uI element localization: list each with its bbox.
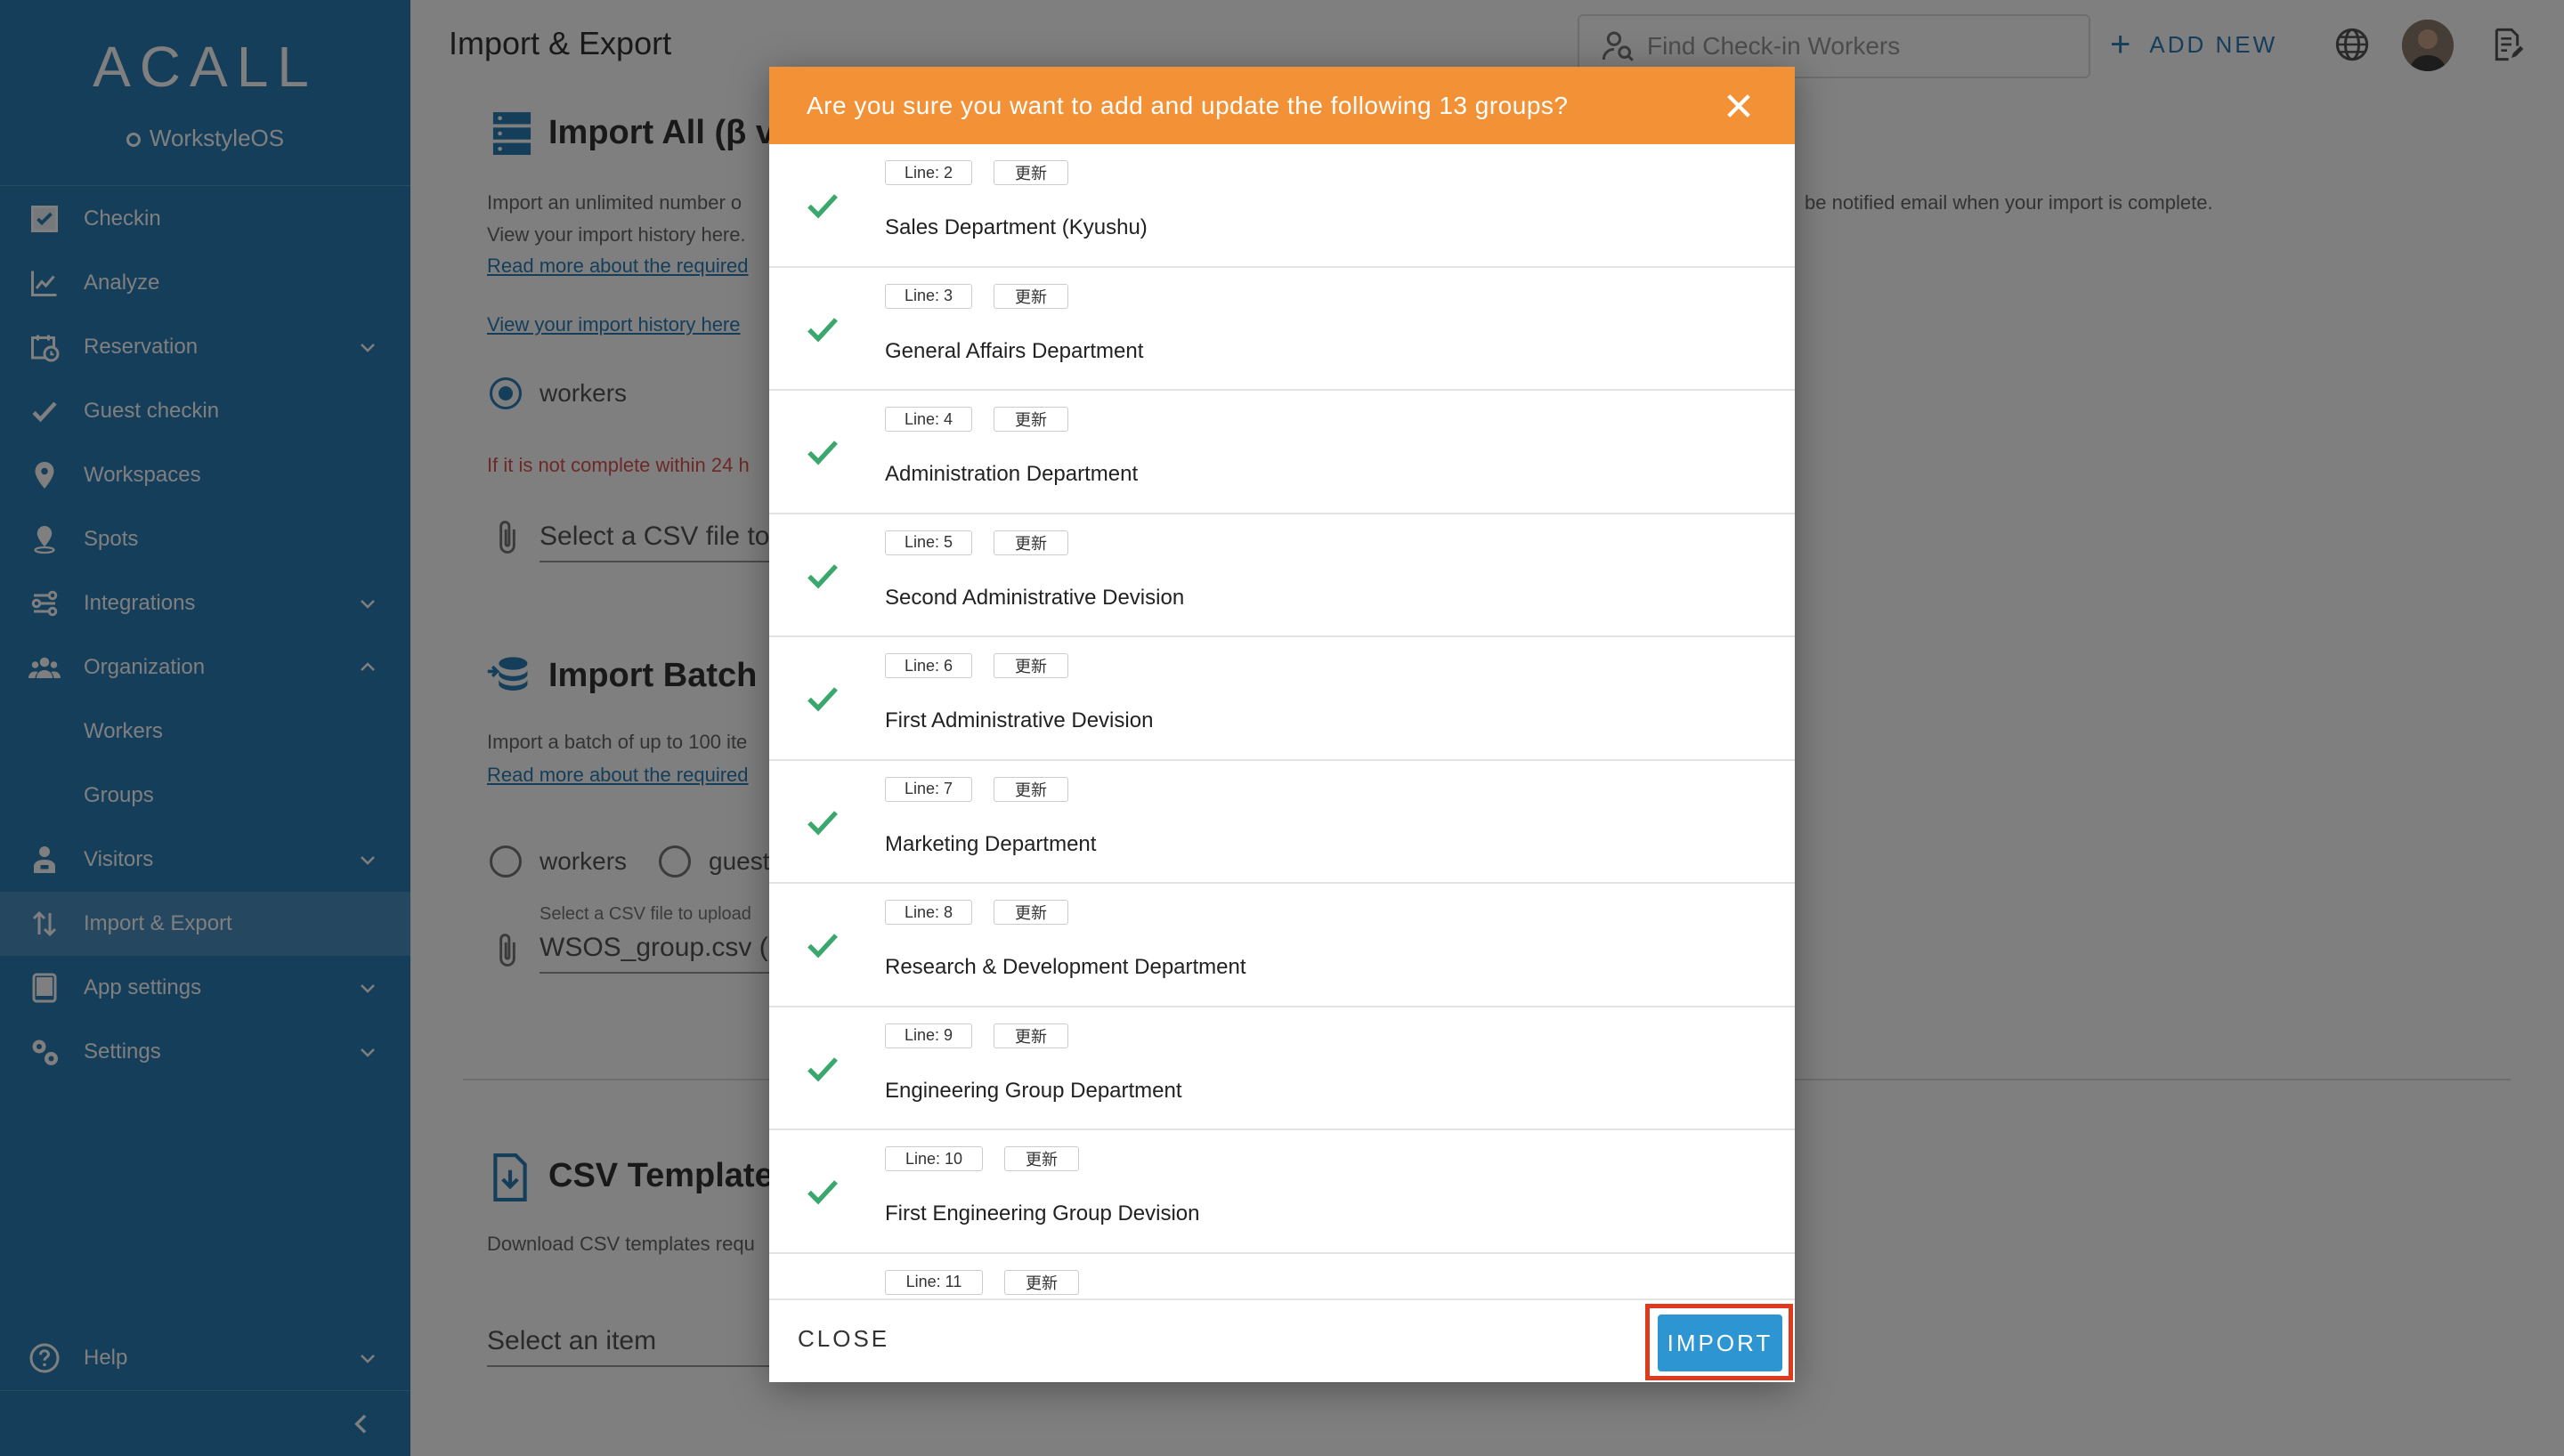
line-badge: Line: 8 [885, 900, 972, 925]
import-button[interactable]: IMPORT [1658, 1314, 1782, 1371]
update-badge: 更新 [994, 160, 1068, 185]
group-name: Research & Development Department [885, 955, 1246, 979]
close-icon[interactable] [1724, 91, 1754, 121]
dialog-header: Are you sure you want to add and update … [769, 67, 1795, 144]
group-name: Second Administrative Devision [885, 585, 1185, 610]
line-badge: Line: 5 [885, 530, 972, 555]
group-name: General Affairs Department [885, 338, 1144, 363]
group-name: Administration Department [885, 462, 1139, 486]
check-icon [805, 804, 840, 839]
group-name: Sales Department (Kyushu) [885, 215, 1148, 239]
group-name: First Administrative Devision [885, 708, 1154, 732]
line-badge: Line: 3 [885, 283, 972, 309]
check-icon [805, 311, 840, 346]
update-badge: 更新 [1004, 1269, 1079, 1295]
line-badge: Line: 7 [885, 776, 972, 802]
list-item: Line: 7 更新 Marketing Department [769, 761, 1795, 884]
update-badge: 更新 [994, 407, 1068, 432]
list-item: Line: 9 更新 Engineering Group Department [769, 1007, 1795, 1130]
update-badge: 更新 [994, 900, 1068, 925]
line-badge: Line: 10 [885, 1146, 983, 1171]
list-item: Line: 11 更新 [769, 1254, 1795, 1299]
dialog-footer: CLOSE IMPORT [769, 1298, 1795, 1382]
update-badge: 更新 [994, 1023, 1068, 1048]
list-item: Line: 6 更新 First Administrative Devision [769, 637, 1795, 761]
update-badge: 更新 [994, 776, 1068, 802]
update-badge: 更新 [994, 530, 1068, 555]
check-icon [805, 680, 840, 716]
line-badge: Line: 6 [885, 653, 972, 678]
list-item: Line: 4 更新 Administration Department [769, 391, 1795, 514]
check-icon [805, 1173, 840, 1209]
check-icon [805, 1050, 840, 1086]
update-badge: 更新 [994, 283, 1068, 309]
group-name: Marketing Department [885, 831, 1097, 856]
check-icon [805, 433, 840, 469]
line-badge: Line: 9 [885, 1023, 972, 1048]
list-item: Line: 5 更新 Second Administrative Devisio… [769, 514, 1795, 637]
list-item: Line: 3 更新 General Affairs Department [769, 268, 1795, 391]
list-item: Line: 10 更新 First Engineering Group Devi… [769, 1130, 1795, 1254]
import-confirm-dialog: Are you sure you want to add and update … [769, 67, 1795, 1382]
group-list[interactable]: Line: 2 更新 Sales Department (Kyushu) Lin… [769, 144, 1795, 1298]
line-badge: Line: 2 [885, 160, 972, 185]
line-badge: Line: 4 [885, 407, 972, 432]
list-item: Line: 8 更新 Research & Development Depart… [769, 884, 1795, 1007]
update-badge: 更新 [1004, 1146, 1079, 1171]
list-item: Line: 2 更新 Sales Department (Kyushu) [769, 144, 1795, 268]
check-icon [805, 926, 840, 962]
group-name: First Engineering Group Devision [885, 1201, 1200, 1225]
line-badge: Line: 11 [885, 1269, 983, 1295]
close-button[interactable]: CLOSE [798, 1325, 889, 1353]
update-badge: 更新 [994, 653, 1068, 678]
group-name: Engineering Group Department [885, 1078, 1182, 1103]
check-icon [805, 187, 840, 222]
dialog-title: Are you sure you want to add and update … [807, 91, 1569, 119]
check-icon [805, 557, 840, 593]
